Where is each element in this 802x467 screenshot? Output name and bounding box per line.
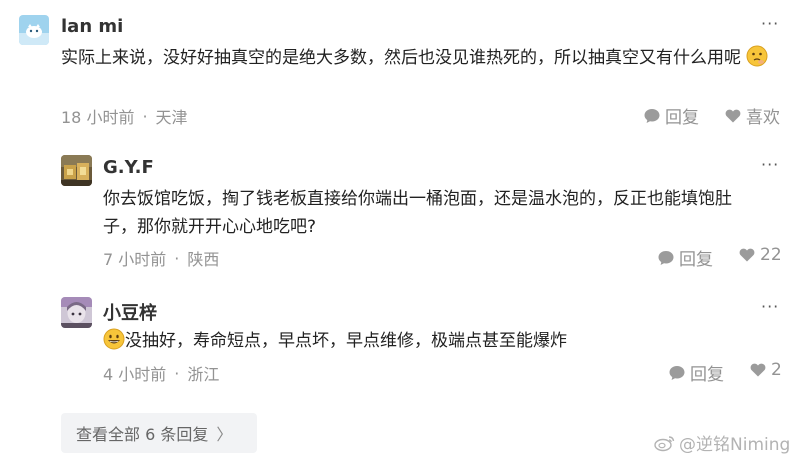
reply-icon bbox=[644, 108, 660, 123]
like-count: 2 bbox=[771, 360, 782, 380]
more-options-button[interactable]: ··· bbox=[761, 297, 779, 316]
reply-button[interactable]: 回复 bbox=[668, 360, 724, 385]
reply-label: 回复 bbox=[679, 250, 713, 270]
reply-label: 回复 bbox=[690, 365, 724, 385]
reply-meta: 7 小时前 · 陕西 bbox=[103, 246, 219, 270]
more-options-button[interactable]: ··· bbox=[761, 14, 779, 33]
comment-username[interactable]: lan mi bbox=[61, 16, 123, 37]
reply-button[interactable]: 回复 bbox=[643, 103, 699, 128]
like-button[interactable]: 22 bbox=[738, 245, 782, 265]
like-button[interactable]: 喜欢 bbox=[724, 103, 780, 128]
heart-icon bbox=[739, 248, 755, 262]
like-label: 喜欢 bbox=[746, 108, 780, 128]
reply-username[interactable]: G.Y.F bbox=[103, 157, 154, 178]
reply-time: 4 小时前 bbox=[103, 365, 167, 384]
reply-location: 陕西 bbox=[187, 250, 220, 269]
grinning-face-emoji bbox=[103, 328, 125, 359]
thinking-face-emoji bbox=[746, 45, 768, 76]
comment-text-body: 实际上来说，没好好抽真空的是绝大多数，然后也没见谁热死的，所以抽真空又有什么用呢 bbox=[61, 48, 741, 68]
reply-text: 你去饭馆吃饭，掏了钱老板直接给你端出一桶泡面，还是温水泡的，反正也能填饱肚子，那… bbox=[103, 189, 732, 237]
like-count: 22 bbox=[760, 245, 782, 265]
reply-button[interactable]: 回复 bbox=[657, 245, 713, 270]
more-options-button[interactable]: ··· bbox=[761, 155, 779, 174]
watermark: @逆铭Niming bbox=[654, 430, 790, 455]
heart-icon bbox=[725, 109, 741, 122]
reply-meta: 4 小时前 · 浙江 bbox=[103, 361, 219, 385]
comment-meta: 18 小时前 · 天津 bbox=[61, 104, 188, 128]
avatar[interactable] bbox=[19, 15, 49, 45]
reply-location: 浙江 bbox=[187, 365, 220, 384]
heart-icon bbox=[750, 363, 766, 377]
comment-text: 实际上来说，没好好抽真空的是绝大多数，然后也没见谁热死的，所以抽真空又有什么用呢 bbox=[61, 44, 781, 76]
reply-username[interactable]: 小豆梓 bbox=[103, 299, 157, 325]
reply-text: 没抽好，寿命短点，早点坏，早点维修，极端点甚至能爆炸 bbox=[103, 327, 763, 359]
show-all-label: 查看全部 6 条回复 bbox=[76, 425, 209, 444]
chevron-right-icon: 〉 bbox=[216, 425, 233, 444]
reply-label: 回复 bbox=[665, 108, 699, 128]
show-all-replies-button[interactable]: 查看全部 6 条回复 〉 bbox=[61, 413, 257, 453]
avatar[interactable] bbox=[61, 297, 92, 328]
meta-separator: · bbox=[174, 248, 180, 268]
comment-location: 天津 bbox=[155, 108, 188, 127]
reply-icon bbox=[669, 365, 685, 380]
avatar[interactable] bbox=[61, 155, 92, 186]
like-button[interactable]: 2 bbox=[749, 360, 782, 380]
watermark-text: @逆铭Niming bbox=[679, 435, 791, 455]
weibo-logo-icon bbox=[654, 435, 675, 451]
reply-icon bbox=[658, 250, 674, 265]
meta-separator: · bbox=[142, 106, 148, 126]
reply-time: 7 小时前 bbox=[103, 250, 167, 269]
reply-text-body: 没抽好，寿命短点，早点坏，早点维修，极端点甚至能爆炸 bbox=[125, 331, 567, 351]
meta-separator: · bbox=[174, 363, 180, 383]
comment-time: 18 小时前 bbox=[61, 108, 135, 127]
